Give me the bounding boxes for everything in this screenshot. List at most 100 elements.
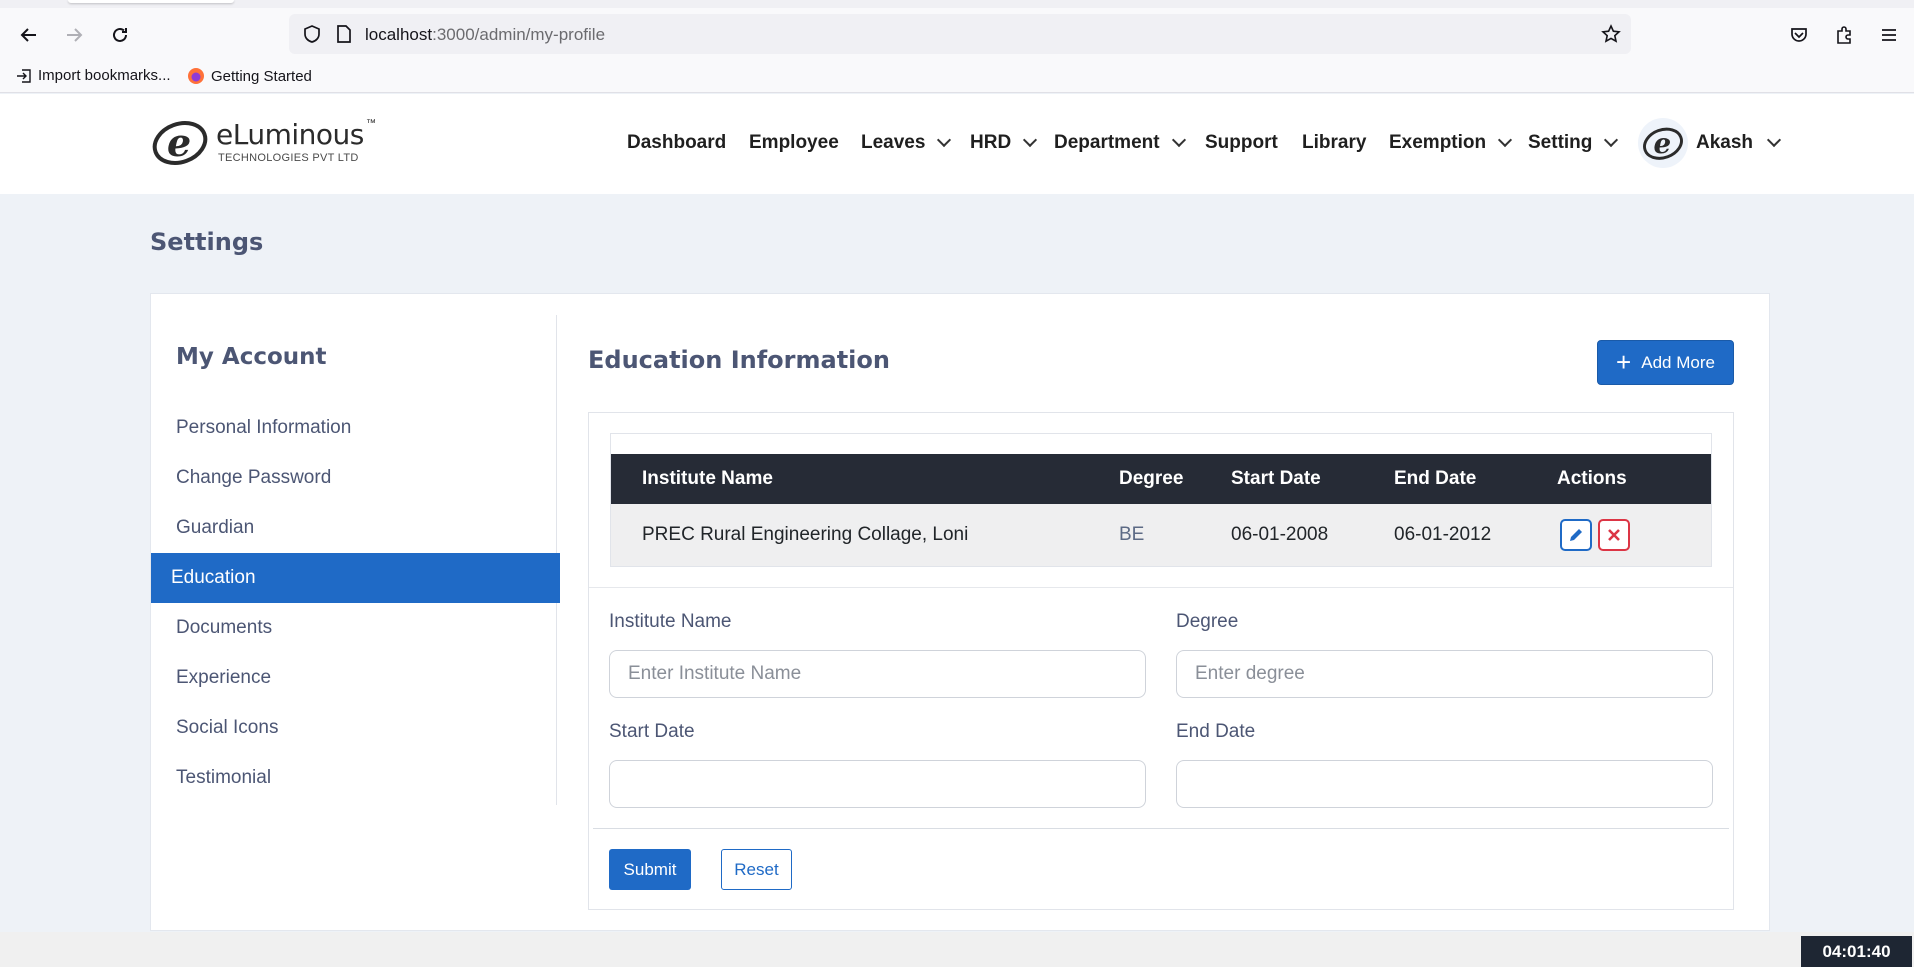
degree-input[interactable] [1176, 650, 1713, 698]
col-institute-name: Institute Name [642, 468, 773, 489]
sidebar-item-social-icons[interactable]: Social Icons [151, 703, 560, 753]
add-more-label: Add More [1641, 352, 1715, 372]
degree-label: Degree [1176, 611, 1239, 632]
pencil-icon [1570, 529, 1582, 541]
chevron-down-icon [937, 132, 952, 148]
sidebar-item-testimonial[interactable]: Testimonial [151, 753, 560, 803]
end-date-input[interactable] [1176, 760, 1713, 808]
sidebar-item-label: Documents [176, 617, 273, 638]
sidebar-item-label: Experience [176, 667, 272, 688]
form-footer-divider [593, 828, 1729, 829]
menu-hamburger-icon[interactable] [1872, 20, 1906, 50]
brand-tagline: TECHNOLOGIES PVT LTD [218, 152, 359, 164]
url-text[interactable]: localhost:3000/admin/my-profile [365, 25, 605, 45]
bookmark-import[interactable]: Import bookmarks... [16, 67, 171, 84]
extensions-icon[interactable] [1827, 20, 1861, 50]
submit-button[interactable]: Submit [609, 849, 691, 890]
forward-icon[interactable] [57, 20, 91, 50]
menu-label: Dashboard [627, 132, 727, 153]
col-end-date: End Date [1394, 468, 1477, 489]
menu-label: HRD [970, 132, 1012, 153]
sidebar-item-label: Education [171, 567, 256, 588]
plus-icon: + [1616, 346, 1632, 377]
menu-department[interactable]: Department [1054, 132, 1186, 154]
divider [589, 587, 1733, 588]
page-title: Settings [150, 228, 264, 256]
avatar: e [1638, 118, 1688, 168]
menu-label: Department [1054, 132, 1160, 153]
menu-leaves[interactable]: Leaves [861, 132, 952, 154]
chevron-down-icon [1023, 132, 1038, 148]
col-start-date: Start Date [1231, 468, 1321, 489]
clock: 04:01:40 [1801, 936, 1912, 967]
menu-label: Support [1205, 132, 1278, 153]
menu-label: Leaves [861, 132, 926, 153]
sidebar-item-education[interactable]: Education [151, 553, 560, 603]
app-header: e eLuminous ™ TECHNOLOGIES PVT LTD Dashb… [0, 94, 1914, 194]
sidebar-item-documents[interactable]: Documents [151, 603, 560, 653]
url-bar[interactable]: localhost:3000/admin/my-profile [289, 14, 1631, 54]
avatar-logo-icon: e [1643, 127, 1683, 160]
cell-degree: BE [1119, 524, 1145, 545]
logo-mark-icon: e [152, 120, 208, 165]
brand-trademark: ™ [366, 118, 376, 129]
sidebar-item-guardian[interactable]: Guardian [151, 503, 560, 553]
tab-strip [0, 0, 1914, 8]
cell-end-date: 06-01-2012 [1394, 524, 1492, 545]
table-header: Institute Name Degree Start Date End Dat… [611, 454, 1711, 504]
sidebar-item-label: Guardian [176, 517, 255, 538]
chevron-down-icon [1604, 132, 1619, 148]
import-icon [17, 68, 31, 83]
cell-start-date: 06-01-2008 [1231, 524, 1329, 545]
menu-exemption[interactable]: Exemption [1389, 132, 1513, 154]
start-date-input[interactable] [609, 760, 1146, 808]
add-more-button[interactable]: + Add More [1597, 340, 1734, 385]
firefox-icon [188, 68, 204, 84]
delete-button[interactable] [1598, 519, 1630, 551]
menu-dashboard[interactable]: Dashboard [627, 132, 726, 154]
shield-icon[interactable] [302, 24, 322, 44]
pocket-icon[interactable] [1782, 20, 1816, 50]
menu-label: Employee [749, 132, 839, 153]
bookmark-label: Getting Started [211, 67, 312, 85]
close-icon [1608, 529, 1620, 541]
company-logo[interactable]: e eLuminous ™ TECHNOLOGIES PVT LTD [150, 118, 390, 168]
page-icon [337, 25, 351, 43]
svg-text:e: e [167, 120, 191, 165]
chevron-down-icon [1498, 132, 1513, 148]
menu-library[interactable]: Library [1302, 132, 1366, 154]
chevron-down-icon [1766, 132, 1782, 148]
bookmark-getting-started[interactable]: Getting Started [187, 67, 312, 85]
table-row: PREC Rural Engineering Collage, Loni BE … [611, 504, 1711, 566]
institute-name-input[interactable] [609, 650, 1146, 698]
sidebar-item-experience[interactable]: Experience [151, 653, 560, 703]
bottom-strip [0, 932, 1914, 967]
chevron-down-icon [1171, 132, 1186, 148]
active-tab[interactable] [68, 0, 234, 3]
browser-toolbar: localhost:3000/admin/my-profile [0, 8, 1914, 61]
user-name: Akash [1696, 132, 1754, 153]
back-icon[interactable] [12, 20, 46, 50]
reload-icon[interactable] [103, 20, 137, 50]
bookmarks-bar: Import bookmarks... Getting Started [0, 61, 1914, 93]
edit-button[interactable] [1560, 519, 1592, 551]
sidebar-item-label: Testimonial [176, 767, 272, 788]
reset-button[interactable]: Reset [721, 849, 792, 890]
col-actions: Actions [1557, 468, 1627, 489]
menu-support[interactable]: Support [1205, 132, 1278, 154]
menu-hrd[interactable]: HRD [970, 132, 1038, 154]
section-title: Education Information [588, 346, 890, 374]
menu-label: Library [1302, 132, 1367, 153]
cell-institute: PREC Rural Engineering Collage, Loni [642, 524, 969, 545]
sidebar-item-personal-information[interactable]: Personal Information [151, 403, 560, 453]
sidebar-item-change-password[interactable]: Change Password [151, 453, 560, 503]
menu-employee[interactable]: Employee [749, 132, 839, 154]
user-menu[interactable]: e Akash [1638, 118, 1782, 168]
sidebar-title: My Account [176, 344, 327, 370]
sidebar-item-label: Social Icons [176, 717, 279, 738]
sidebar-item-label: Personal Information [176, 417, 352, 438]
bookmark-star-icon[interactable] [1601, 24, 1621, 44]
col-degree: Degree [1119, 468, 1184, 489]
menu-setting[interactable]: Setting [1528, 132, 1619, 154]
sidebar-item-label: Change Password [176, 467, 332, 488]
